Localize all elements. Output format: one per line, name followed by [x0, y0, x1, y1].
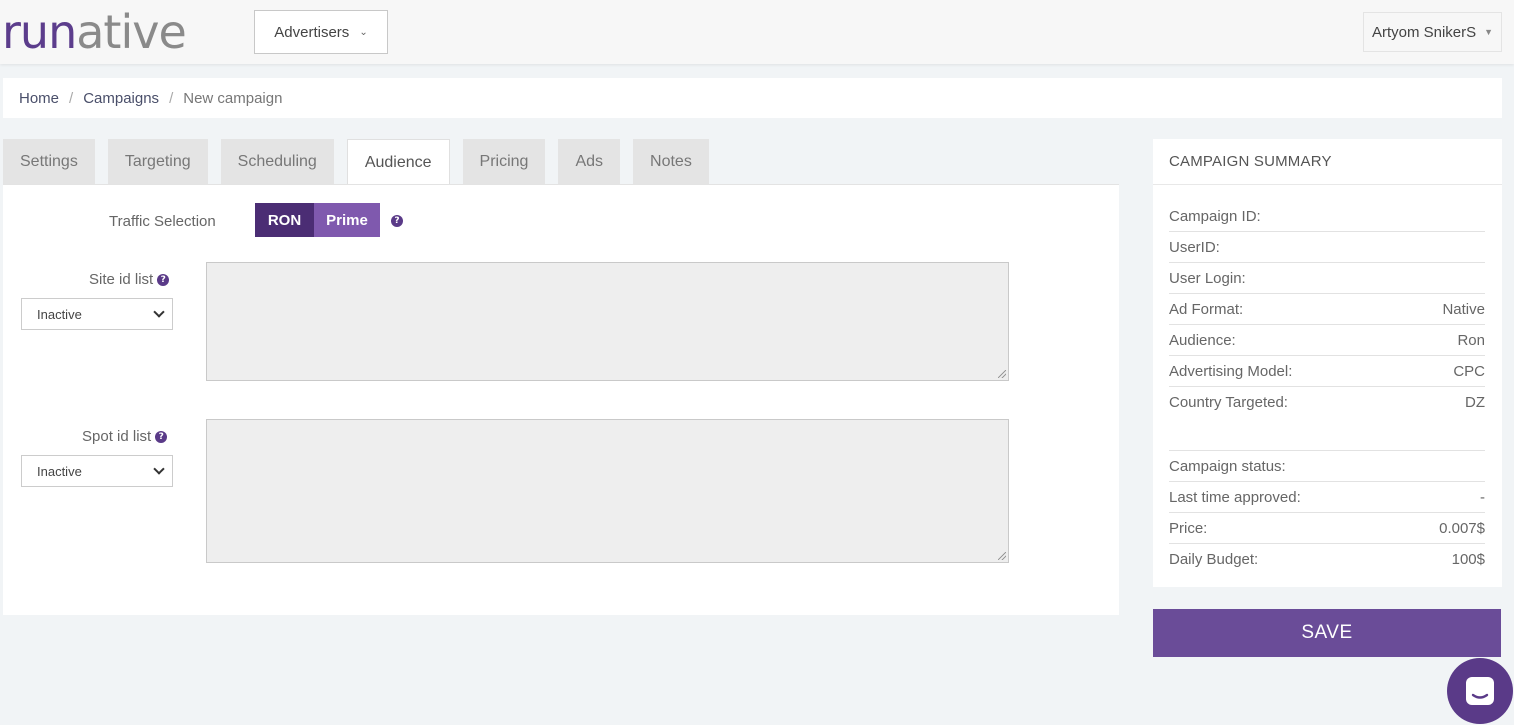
- spot-id-label: Spot id list ?: [82, 428, 168, 445]
- summary-row: Campaign status:: [1169, 451, 1485, 482]
- site-id-status-select[interactable]: Inactive: [21, 298, 173, 330]
- summary-rows: Campaign ID: UserID: User Login: Ad Form…: [1169, 201, 1485, 574]
- tab-notes[interactable]: Notes: [633, 139, 709, 184]
- summary-row: Campaign ID:: [1169, 201, 1485, 232]
- help-icon[interactable]: ?: [391, 215, 403, 227]
- save-button[interactable]: SAVE: [1153, 609, 1501, 657]
- campaign-tabs: Settings Targeting Scheduling Audience P…: [3, 139, 722, 185]
- summary-row: Advertising Model: CPC: [1169, 356, 1485, 387]
- summary-row: UserID:: [1169, 232, 1485, 263]
- summary-row: Daily Budget: 100$: [1169, 550, 1485, 568]
- site-id-label: Site id list ?: [89, 271, 170, 288]
- breadcrumb-separator: /: [69, 89, 74, 107]
- toggle-prime-button[interactable]: Prime: [314, 203, 380, 237]
- site-id-textarea[interactable]: [206, 262, 1009, 381]
- chevron-down-icon: [153, 463, 165, 475]
- resize-handle-icon[interactable]: [998, 370, 1006, 378]
- help-icon[interactable]: ?: [155, 430, 168, 443]
- chat-widget-button[interactable]: [1447, 658, 1513, 724]
- summary-row: Price: 0.007$: [1169, 513, 1485, 544]
- breadcrumb-home[interactable]: Home: [19, 90, 59, 107]
- chevron-down-icon: [153, 306, 165, 318]
- tab-scheduling[interactable]: Scheduling: [220, 139, 334, 184]
- tab-pricing[interactable]: Pricing: [462, 139, 546, 184]
- tab-targeting[interactable]: Targeting: [107, 139, 208, 184]
- top-bar: runative Advertisers ⌄ Artyom SnikerS ▼: [0, 0, 1514, 64]
- breadcrumb-current: New campaign: [183, 89, 283, 107]
- advertisers-dropdown[interactable]: Advertisers ⌄: [254, 10, 388, 54]
- toggle-ron-button[interactable]: RON: [255, 203, 314, 237]
- campaign-summary: CAMPAIGN SUMMARY Campaign ID: UserID: Us…: [1153, 139, 1502, 587]
- summary-row: Audience: Ron: [1169, 325, 1485, 356]
- breadcrumb-separator: /: [169, 89, 174, 107]
- breadcrumb-campaigns[interactable]: Campaigns: [83, 90, 159, 107]
- tab-audience[interactable]: Audience: [346, 139, 450, 185]
- summary-row: Country Targeted: DZ: [1169, 393, 1485, 411]
- traffic-selection-toggle: RON Prime: [255, 203, 380, 237]
- tab-settings[interactable]: Settings: [3, 139, 95, 184]
- traffic-selection-label: Traffic Selection: [109, 213, 216, 230]
- chat-icon: [1466, 677, 1494, 705]
- campaign-summary-title: CAMPAIGN SUMMARY: [1153, 139, 1502, 185]
- audience-panel: Traffic Selection RON Prime ? Site id li…: [3, 184, 1119, 615]
- summary-row: Last time approved: -: [1169, 482, 1485, 513]
- summary-row: User Login:: [1169, 263, 1485, 294]
- resize-handle-icon[interactable]: [998, 552, 1006, 560]
- user-menu[interactable]: Artyom SnikerS ▼: [1363, 12, 1502, 52]
- advertisers-label: Advertisers: [274, 23, 350, 41]
- tab-ads[interactable]: Ads: [558, 139, 621, 184]
- chevron-down-icon: ⌄: [359, 26, 368, 38]
- caret-down-icon: ▼: [1484, 27, 1494, 37]
- user-name: Artyom SnikerS: [1371, 23, 1477, 41]
- breadcrumb: Home / Campaigns / New campaign: [3, 78, 1502, 118]
- runative-logo[interactable]: runative: [2, 6, 187, 58]
- spot-id-status-select[interactable]: Inactive: [21, 455, 173, 487]
- spot-id-textarea[interactable]: [206, 419, 1009, 563]
- summary-divider: [1169, 417, 1485, 451]
- summary-row: Ad Format: Native: [1169, 294, 1485, 325]
- help-icon[interactable]: ?: [157, 273, 170, 286]
